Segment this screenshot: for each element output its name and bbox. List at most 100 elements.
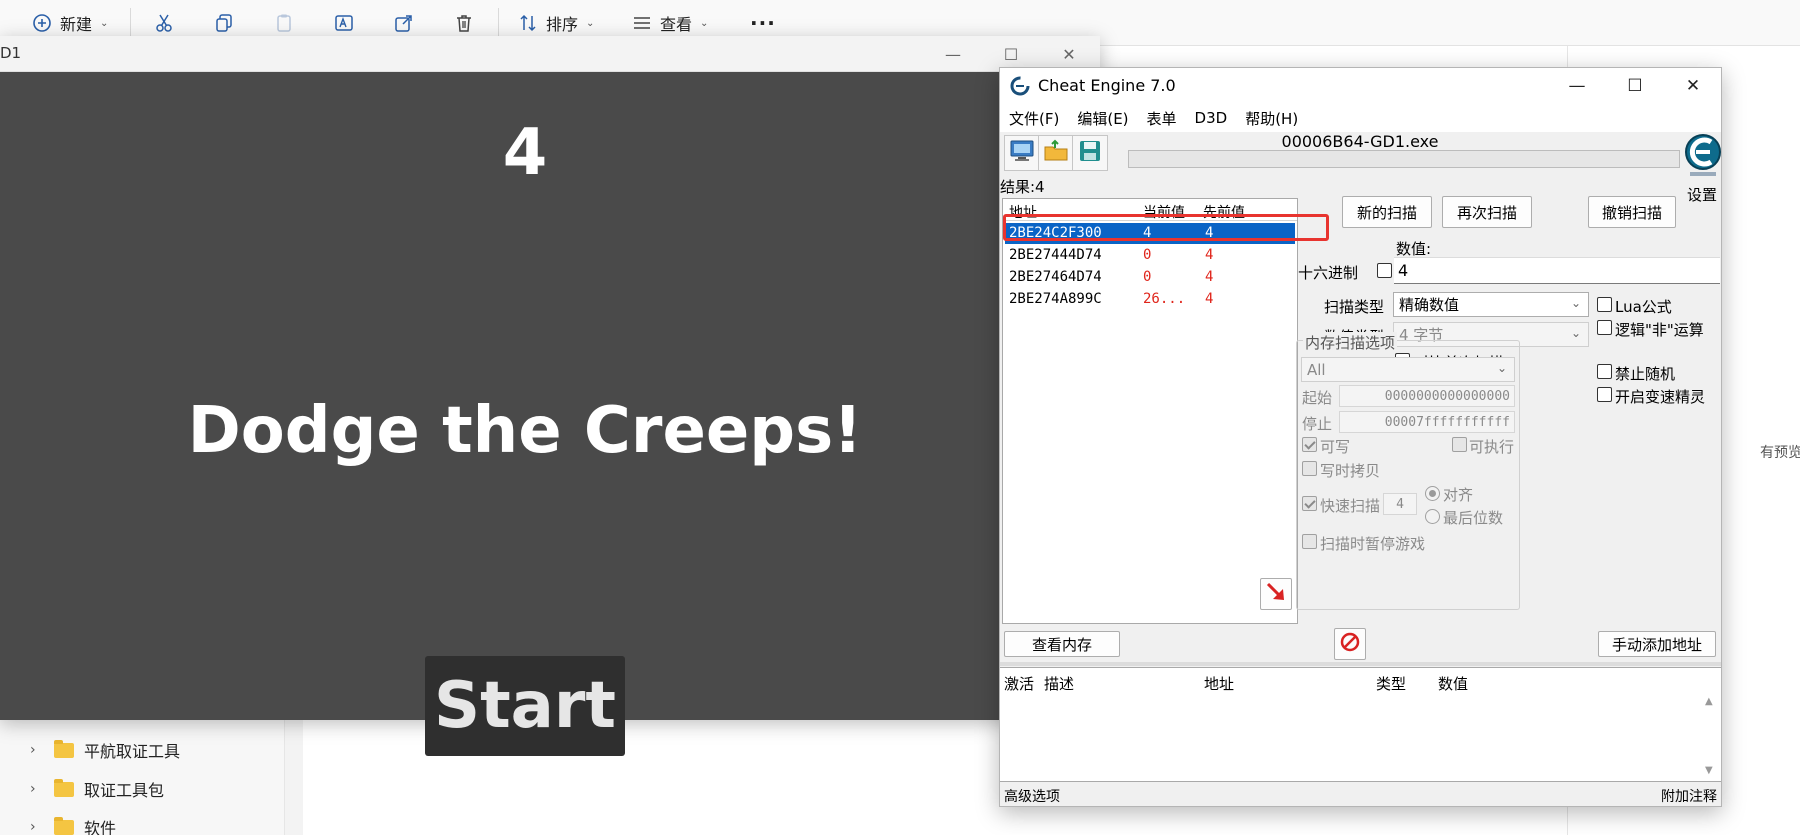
minimize-icon: — — [945, 44, 961, 64]
menu-file[interactable]: 文件(F) — [1000, 108, 1068, 129]
menu-help[interactable]: 帮助(H) — [1236, 108, 1307, 129]
fast-scan-alignment-field[interactable]: 4 — [1383, 493, 1417, 515]
copy-on-write-checkbox[interactable] — [1302, 461, 1317, 476]
align-radio[interactable] — [1425, 486, 1440, 501]
advanced-options-link[interactable]: 高级选项 — [1004, 786, 1060, 806]
memory-region-value: All — [1307, 360, 1326, 379]
menu-d3d[interactable]: D3D — [1186, 109, 1237, 127]
share-button[interactable] — [392, 8, 416, 38]
row-previous-value: 4 — [1205, 247, 1214, 263]
list-view-icon — [630, 11, 654, 35]
game-message: Dodge the Creeps! — [187, 394, 863, 468]
tree-item[interactable]: › 取证工具包 — [30, 774, 164, 804]
speedhack-checkbox[interactable] — [1597, 387, 1612, 402]
cheat-engine-window: Cheat Engine 7.0 — ☐ ✕ 文件(F) 编辑(E) 表单 D3… — [999, 67, 1722, 807]
add-address-manually-button[interactable]: 手动添加地址 — [1598, 631, 1716, 657]
results-count: 结果:4 — [1000, 178, 1045, 196]
delete-button[interactable] — [452, 8, 476, 38]
start-address-field[interactable]: 0000000000000000 — [1339, 385, 1515, 407]
stop-sign-icon — [1339, 631, 1361, 657]
copy-button[interactable] — [212, 8, 236, 38]
more-icon: ··· — [750, 11, 776, 35]
table-row[interactable]: 2BE274A899C 26... 4 — [1005, 289, 1295, 310]
memory-region-select[interactable]: All ⌄ — [1301, 357, 1515, 382]
scan-results-list[interactable]: 地址 当前值 先前值 2BE24C2F300 4 4 2BE27444D74 0… — [1002, 198, 1298, 624]
close-button[interactable]: ✕ — [1664, 68, 1722, 104]
menu-table[interactable]: 表单 — [1138, 108, 1186, 129]
save-table-button[interactable] — [1072, 135, 1108, 171]
new-button[interactable]: 新建 ⌄ — [30, 8, 108, 38]
tree-item[interactable]: › 平航取证工具 — [30, 735, 180, 765]
row-current-value: 26... — [1143, 291, 1186, 307]
view-label: 查看 — [660, 15, 693, 34]
new-label: 新建 — [60, 15, 93, 34]
no-random-checkbox[interactable] — [1597, 364, 1612, 379]
game-canvas[interactable]: 4 Dodge the Creeps! Start — [0, 72, 1100, 756]
scan-type-select[interactable]: 精确数值 ⌄ — [1393, 292, 1589, 317]
score-label: 4 — [502, 116, 548, 190]
sort-label: 排序 — [546, 15, 579, 34]
chevron-down-icon: ⌄ — [586, 17, 595, 29]
tree-item[interactable]: › 软件 — [30, 812, 116, 835]
stop-button[interactable] — [1334, 628, 1366, 660]
maximize-button[interactable]: ☐ — [1606, 68, 1664, 104]
open-table-button[interactable] — [1038, 135, 1074, 171]
minimize-icon: — — [1568, 76, 1586, 96]
scroll-down-icon[interactable]: ▼ — [1705, 765, 1713, 776]
settings-link[interactable]: 设置 — [1687, 184, 1717, 205]
menu-edit[interactable]: 编辑(E) — [1068, 108, 1137, 129]
column-active[interactable]: 激活 — [1004, 673, 1034, 694]
table-extras-link[interactable]: 附加注释 — [1661, 786, 1717, 806]
paste-button[interactable] — [272, 8, 296, 38]
new-scan-button[interactable]: 新的扫描 — [1342, 196, 1432, 228]
cut-button[interactable] — [152, 8, 176, 38]
table-row[interactable]: 2BE27444D74 0 4 — [1005, 245, 1295, 266]
scroll-up-icon[interactable]: ▲ — [1705, 696, 1713, 707]
add-to-list-button[interactable] — [1260, 578, 1292, 610]
rename-button[interactable] — [332, 8, 356, 38]
tree-item-label: 取证工具包 — [84, 781, 165, 800]
start-button[interactable]: Start — [425, 656, 625, 756]
row-address: 2BE27444D74 — [1009, 247, 1102, 263]
hex-checkbox[interactable] — [1377, 263, 1392, 278]
executable-checkbox[interactable] — [1452, 437, 1467, 452]
table-scrollbar[interactable]: ▲ ▼ — [1703, 696, 1717, 776]
sort-button[interactable]: 排序 ⌄ — [516, 8, 594, 38]
writable-checkbox[interactable] — [1302, 437, 1317, 452]
cheat-table[interactable]: 激活 描述 地址 类型 数值 ▲ ▼ — [1000, 667, 1721, 782]
stop-address-label: 停止 — [1302, 415, 1333, 433]
table-row[interactable]: 2BE27464D74 0 4 — [1005, 267, 1295, 288]
column-type[interactable]: 类型 — [1376, 673, 1406, 694]
value-input[interactable]: 4 — [1394, 257, 1720, 284]
lua-formula-checkbox[interactable] — [1597, 297, 1612, 312]
view-button[interactable]: 查看 ⌄ — [630, 8, 708, 38]
value-label: 数值: — [1396, 240, 1432, 258]
last-digits-radio[interactable] — [1425, 509, 1440, 524]
fast-scan-checkbox[interactable] — [1302, 496, 1317, 511]
minimize-button[interactable]: — — [924, 36, 982, 72]
column-address[interactable]: 地址 — [1204, 673, 1234, 694]
chevron-right-icon[interactable]: › — [30, 819, 44, 835]
cheat-engine-logo-icon[interactable] — [1682, 130, 1724, 182]
memory-view-button[interactable]: 查看内存 — [1004, 631, 1120, 657]
file-list-pane — [303, 718, 1000, 835]
row-address: 2BE27464D74 — [1009, 269, 1102, 285]
panel-splitter[interactable] — [1000, 662, 1721, 666]
more-button[interactable]: ··· — [750, 8, 776, 38]
stop-address-field[interactable]: 00007fffffffffff — [1339, 411, 1515, 433]
maximize-icon: ☐ — [1627, 76, 1643, 96]
next-scan-button[interactable]: 再次扫描 — [1442, 196, 1532, 228]
chevron-down-icon: ⌄ — [1570, 296, 1581, 310]
pause-game-checkbox[interactable] — [1302, 534, 1317, 549]
pause-game-label: 扫描时暂停游戏 — [1320, 535, 1426, 553]
row-address: 2BE274A899C — [1009, 291, 1102, 307]
undo-scan-button[interactable]: 撤销扫描 — [1588, 196, 1676, 228]
minimize-button[interactable]: — — [1548, 68, 1606, 104]
chevron-right-icon[interactable]: › — [30, 781, 44, 797]
row-current-value: 0 — [1143, 269, 1152, 285]
not-operation-checkbox[interactable] — [1597, 320, 1612, 335]
open-process-button[interactable] — [1004, 135, 1040, 171]
chevron-right-icon[interactable]: › — [30, 742, 44, 758]
column-value[interactable]: 数值 — [1438, 673, 1468, 694]
column-description[interactable]: 描述 — [1044, 673, 1074, 694]
